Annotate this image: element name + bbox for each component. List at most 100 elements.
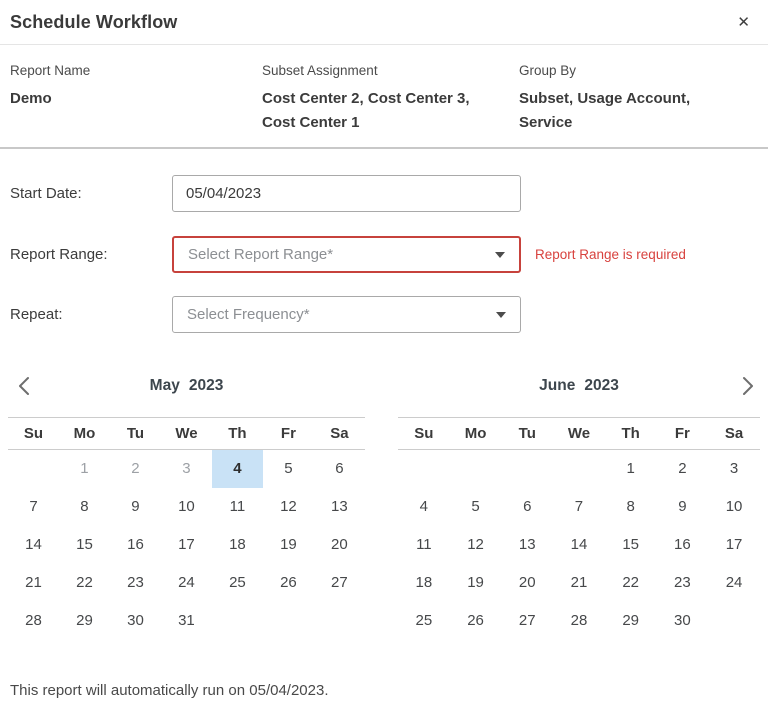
calendar-day[interactable]: 16 [657, 526, 709, 564]
calendar-day-empty [501, 450, 553, 488]
calendar-day[interactable]: 18 [398, 564, 450, 602]
calendar-day[interactable]: 21 [8, 564, 59, 602]
summary-label: Subset Assignment [262, 63, 507, 78]
summary-value: Subset, Usage Account, Service [519, 87, 746, 134]
calendar-day[interactable]: 18 [212, 526, 263, 564]
summary-value: Cost Center 2, Cost Center 3, Cost Cente… [262, 87, 507, 134]
calendar-day[interactable]: 19 [450, 564, 502, 602]
calendar-day[interactable]: 31 [161, 602, 212, 640]
calendar-day[interactable]: 17 [708, 526, 760, 564]
start-date-input[interactable] [172, 175, 521, 212]
calendar-day-empty [263, 602, 314, 640]
report-summary: Report Name Demo Subset Assignment Cost … [0, 45, 768, 149]
calendar-day-empty [553, 450, 605, 488]
calendar-day[interactable]: 22 [59, 564, 110, 602]
calendar-day[interactable]: 29 [605, 602, 657, 640]
calendar-day[interactable]: 4 [398, 488, 450, 526]
calendar-day[interactable]: 24 [708, 564, 760, 602]
calendar-day[interactable]: 23 [110, 564, 161, 602]
calendar-day[interactable]: 2 [657, 450, 709, 488]
weekday-label: Sa [314, 425, 365, 442]
calendar-day[interactable]: 6 [314, 450, 365, 488]
weekday-label: Mo [450, 425, 502, 442]
repeat-select[interactable]: Select Frequency* [172, 296, 521, 333]
calendar-day[interactable]: 11 [212, 488, 263, 526]
calendar-week-row: 21222324252627 [8, 564, 365, 602]
calendar-day[interactable]: 30 [110, 602, 161, 640]
chevron-right-icon [736, 374, 758, 398]
calendar-day[interactable]: 13 [314, 488, 365, 526]
calendar-day[interactable]: 3 [708, 450, 760, 488]
calendar-day[interactable]: 14 [8, 526, 59, 564]
prev-month-button[interactable] [14, 374, 36, 401]
weekday-label: Tu [110, 425, 161, 442]
calendar-day[interactable]: 8 [605, 488, 657, 526]
weekday-label: Sa [708, 425, 760, 442]
calendar-june: June2023 SuMoTuWeThFrSa 1234567891011121… [398, 374, 760, 640]
next-month-button[interactable] [736, 374, 758, 401]
report-range-select[interactable]: Select Report Range* [172, 236, 521, 273]
calendar-day[interactable]: 15 [59, 526, 110, 564]
calendar-day[interactable]: 23 [657, 564, 709, 602]
calendar-day[interactable]: 21 [553, 564, 605, 602]
chevron-down-icon [495, 252, 505, 258]
calendar-day: 1 [59, 450, 110, 488]
calendar-day[interactable]: 20 [314, 526, 365, 564]
calendar-day[interactable]: 10 [708, 488, 760, 526]
calendar-day[interactable]: 17 [161, 526, 212, 564]
calendar-day[interactable]: 12 [450, 526, 502, 564]
calendar-day[interactable]: 26 [450, 602, 502, 640]
weekday-label: Th [605, 425, 657, 442]
calendar-day[interactable]: 13 [501, 526, 553, 564]
chevron-left-icon [14, 374, 36, 398]
calendar-day[interactable]: 26 [263, 564, 314, 602]
summary-field-subset-assignment: Subset Assignment Cost Center 2, Cost Ce… [262, 63, 519, 134]
calendar-day[interactable]: 9 [110, 488, 161, 526]
calendar-month-title: May2023 [150, 377, 224, 417]
calendar-day[interactable]: 19 [263, 526, 314, 564]
calendar-day[interactable]: 5 [263, 450, 314, 488]
month-label: June [539, 377, 575, 394]
calendar-may: May2023 SuMoTuWeThFrSa 12345678910111213… [8, 374, 365, 640]
calendar-day[interactable]: 27 [314, 564, 365, 602]
calendar-day[interactable]: 28 [8, 602, 59, 640]
close-button[interactable]: ✕ [733, 11, 754, 34]
calendar-day[interactable]: 15 [605, 526, 657, 564]
calendar-day[interactable]: 4 [212, 450, 263, 488]
calendar-day[interactable]: 27 [501, 602, 553, 640]
summary-field-report-name: Report Name Demo [10, 63, 262, 134]
calendar-day[interactable]: 29 [59, 602, 110, 640]
year-label: 2023 [584, 377, 618, 394]
calendar-day[interactable]: 9 [657, 488, 709, 526]
report-range-row: Report Range: Select Report Range* Repor… [10, 236, 758, 273]
calendar-week-row: 252627282930 [398, 602, 760, 640]
calendar-day[interactable]: 6 [501, 488, 553, 526]
chevron-down-icon [496, 312, 506, 318]
calendar-day[interactable]: 14 [553, 526, 605, 564]
calendar-header: May2023 [8, 374, 365, 417]
summary-field-group-by: Group By Subset, Usage Account, Service [519, 63, 758, 134]
calendar-day[interactable]: 16 [110, 526, 161, 564]
calendar-day[interactable]: 12 [263, 488, 314, 526]
calendar-day[interactable]: 11 [398, 526, 450, 564]
calendar-day[interactable]: 1 [605, 450, 657, 488]
weekday-label: We [161, 425, 212, 442]
calendar-day[interactable]: 7 [553, 488, 605, 526]
calendar-day[interactable]: 7 [8, 488, 59, 526]
calendar-day-empty [450, 450, 502, 488]
calendar-day[interactable]: 5 [450, 488, 502, 526]
calendar-week-row: 28293031 [8, 602, 365, 640]
calendar-day[interactable]: 30 [657, 602, 709, 640]
calendar-day[interactable]: 24 [161, 564, 212, 602]
repeat-row: Repeat: Select Frequency* [10, 296, 758, 333]
calendar-day[interactable]: 25 [212, 564, 263, 602]
calendar-day[interactable]: 10 [161, 488, 212, 526]
weekday-label: We [553, 425, 605, 442]
calendar-day[interactable]: 20 [501, 564, 553, 602]
calendar-day[interactable]: 28 [553, 602, 605, 640]
calendar-day[interactable]: 22 [605, 564, 657, 602]
calendar-day[interactable]: 25 [398, 602, 450, 640]
calendar-week-row: 123 [398, 450, 760, 488]
start-date-row: Start Date: [10, 175, 758, 212]
calendar-day[interactable]: 8 [59, 488, 110, 526]
